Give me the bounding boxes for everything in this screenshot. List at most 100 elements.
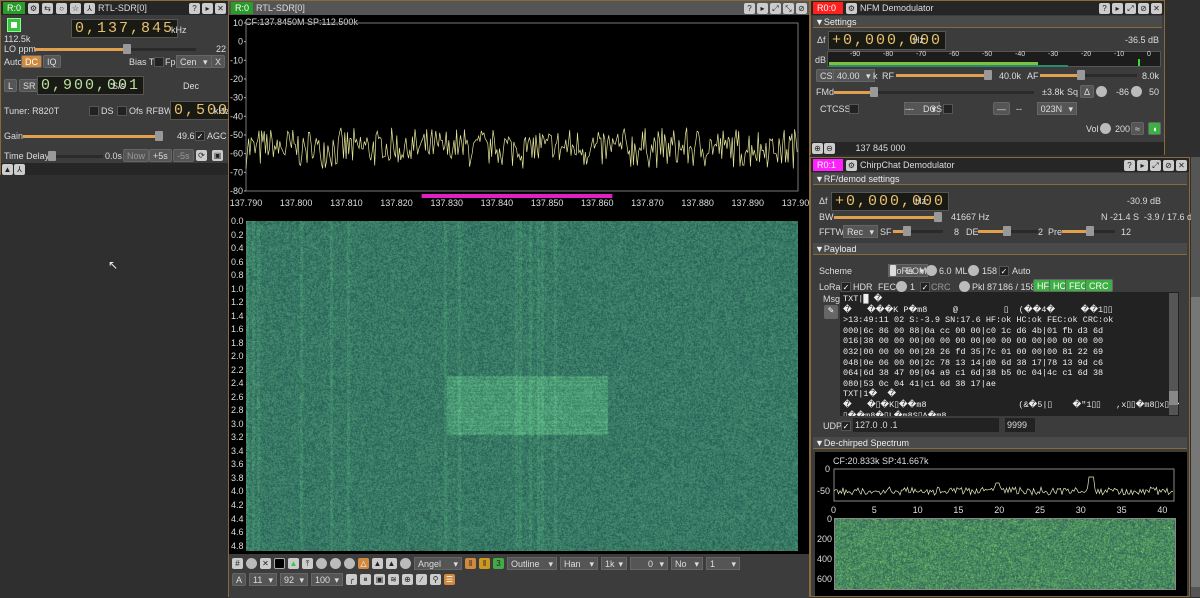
- 3d-icon[interactable]: 3: [493, 558, 504, 569]
- l-button[interactable]: L: [4, 79, 18, 92]
- reload-icon[interactable]: ○: [56, 2, 68, 14]
- gear-icon[interactable]: ⚙: [846, 159, 857, 171]
- preamble-slider[interactable]: [1062, 226, 1115, 236]
- lo-ppm-slider[interactable]: [34, 44, 196, 54]
- ofs-checkbox[interactable]: [117, 106, 127, 116]
- peak-icon[interactable]: ⤒: [302, 558, 313, 569]
- squelch-knob[interactable]: [1096, 86, 1107, 97]
- rf-bandwidth-slider[interactable]: [896, 70, 992, 80]
- fec-knob[interactable]: [896, 281, 907, 292]
- wave-icon[interactable]: ≋: [388, 574, 400, 585]
- time-delay-slider[interactable]: [48, 151, 103, 161]
- eom-knob[interactable]: [926, 265, 937, 276]
- max-hold-icon[interactable]: △: [358, 558, 369, 569]
- spectrum-icon[interactable]: ▲: [2, 164, 13, 175]
- window-select[interactable]: Han: [560, 557, 598, 570]
- network-icon[interactable]: ⅄: [84, 2, 96, 14]
- save-icon[interactable]: ▣: [212, 150, 223, 161]
- style-select[interactable]: Outline: [507, 557, 557, 570]
- save-icon[interactable]: ▣: [374, 574, 386, 585]
- hide-icon[interactable]: ⊘: [1163, 159, 1174, 171]
- dechirped-spectrum[interactable]: CF:20.833k SP:41.667k 0 -50 0 5 10 15 20 25 30 35…: [815, 452, 1187, 596]
- main-scrollbar[interactable]: [1191, 157, 1200, 597]
- expand-icon[interactable]: ⤢: [1125, 2, 1136, 14]
- dechirp-section[interactable]: ▼De-chirped Spectrum: [813, 437, 1187, 449]
- add-icon[interactable]: ⊕: [812, 143, 823, 154]
- bandwidth-slider[interactable]: [834, 212, 942, 222]
- move-icon[interactable]: ▸: [202, 2, 213, 14]
- udp-checkbox[interactable]: ✓: [841, 421, 851, 431]
- averaging-mode-select[interactable]: No: [671, 557, 703, 570]
- squelch-delta-button[interactable]: Δ: [1080, 85, 1095, 98]
- dcs-positive-button[interactable]: —: [993, 102, 1010, 115]
- move-icon[interactable]: ▸: [1112, 2, 1123, 14]
- decay-knob[interactable]: [316, 558, 327, 569]
- ref-level-spin[interactable]: 11: [249, 573, 278, 586]
- rf-settings-section[interactable]: ▼RF/demod settings: [813, 173, 1187, 185]
- udp-address-input[interactable]: 127.0 .0 .1: [853, 418, 999, 432]
- expand-icon[interactable]: ⤢: [1150, 159, 1161, 171]
- iq-button[interactable]: IQ: [43, 55, 61, 68]
- close-icon[interactable]: ✕: [1176, 159, 1187, 171]
- palette-select[interactable]: Angel: [414, 557, 462, 570]
- grid-icon[interactable]: #: [232, 558, 243, 569]
- start-button[interactable]: [7, 18, 21, 32]
- bar-icon[interactable]: ‖: [479, 558, 490, 569]
- dc-button[interactable]: DC: [21, 55, 42, 68]
- trace-knob[interactable]: [400, 558, 411, 569]
- dcs-checkbox[interactable]: [943, 104, 953, 114]
- network-icon[interactable]: ⅄: [14, 164, 25, 175]
- grid-intensity-knob[interactable]: [246, 558, 257, 569]
- fft-overlap-spin[interactable]: 0: [630, 557, 668, 570]
- sample-rate-dial[interactable]: 0,900,001: [37, 76, 145, 95]
- x-button[interactable]: X: [211, 55, 226, 68]
- gear-icon[interactable]: ⚙: [846, 2, 857, 14]
- payload-section[interactable]: ▼Payload: [813, 243, 1187, 255]
- frequency-dial[interactable]: 0,137,845: [71, 19, 179, 38]
- spectrum-plot[interactable]: 10 0 -10 -20 -30 -40 -50 -60 -70 -80 137.790 137.80…: [229, 1, 809, 216]
- bias-t-checkbox[interactable]: [154, 57, 164, 67]
- df-dial[interactable]: +0,000,000: [831, 192, 950, 211]
- udp-port-input[interactable]: 9999: [1005, 418, 1035, 432]
- fps-select[interactable]: 100: [311, 573, 344, 586]
- refresh-icon[interactable]: ⟳: [196, 150, 207, 161]
- fft-window-select[interactable]: Rec: [843, 225, 879, 238]
- squelch-gate-knob[interactable]: [1131, 86, 1142, 97]
- message-scrollbar[interactable]: [1169, 293, 1178, 415]
- split-icon[interactable]: ‖: [465, 558, 476, 569]
- range-spin[interactable]: 92: [280, 573, 309, 586]
- help-icon[interactable]: ?: [1099, 2, 1110, 14]
- gear-icon[interactable]: ⚙: [28, 2, 40, 14]
- ml-knob[interactable]: [968, 265, 979, 276]
- volume-knob[interactable]: [1100, 123, 1111, 134]
- marker-icon[interactable]: ⚲: [430, 574, 442, 585]
- linear-icon[interactable]: ╭: [346, 574, 358, 585]
- averaging-select[interactable]: 1: [706, 557, 740, 570]
- channel-spacing-select[interactable]: 40.00: [833, 69, 875, 82]
- move-icon[interactable]: ▸: [1137, 159, 1148, 171]
- auto-checkbox[interactable]: ✓: [999, 266, 1009, 276]
- current-icon[interactable]: ▲: [372, 558, 383, 569]
- audio-mute-button[interactable]: ◖: [1148, 122, 1162, 135]
- ds-checkbox[interactable]: [89, 106, 99, 116]
- pause-icon[interactable]: ⏸: [360, 574, 372, 585]
- filter-button[interactable]: ≈: [1131, 122, 1144, 135]
- help-icon[interactable]: ?: [1124, 159, 1135, 171]
- fm-deviation-slider[interactable]: [834, 87, 1034, 97]
- minus5-button[interactable]: -5s: [173, 149, 194, 162]
- dcs-select[interactable]: 023N: [1036, 102, 1078, 115]
- source-icon[interactable]: ⊖: [824, 143, 835, 154]
- color-icon[interactable]: [274, 558, 285, 569]
- ctcss-checkbox[interactable]: [849, 104, 859, 114]
- help-icon[interactable]: ?: [189, 2, 200, 14]
- message-log[interactable]: TXT|█ � � ���K P�m8 @ ▯ (��4� ��1▯▯ ▯ >13:…: [840, 292, 1179, 416]
- waterfall-icon[interactable]: ▲: [288, 558, 299, 569]
- close-icon[interactable]: ✕: [1151, 2, 1162, 14]
- stroke-knob[interactable]: [344, 558, 355, 569]
- clear-button[interactable]: [889, 264, 897, 277]
- hide-icon[interactable]: ⊘: [1138, 2, 1149, 14]
- gain-slider[interactable]: [23, 131, 163, 141]
- fp-select[interactable]: Cen: [176, 55, 212, 68]
- target-icon[interactable]: ⊕: [402, 574, 414, 585]
- fft-size-select[interactable]: 1k: [601, 557, 627, 570]
